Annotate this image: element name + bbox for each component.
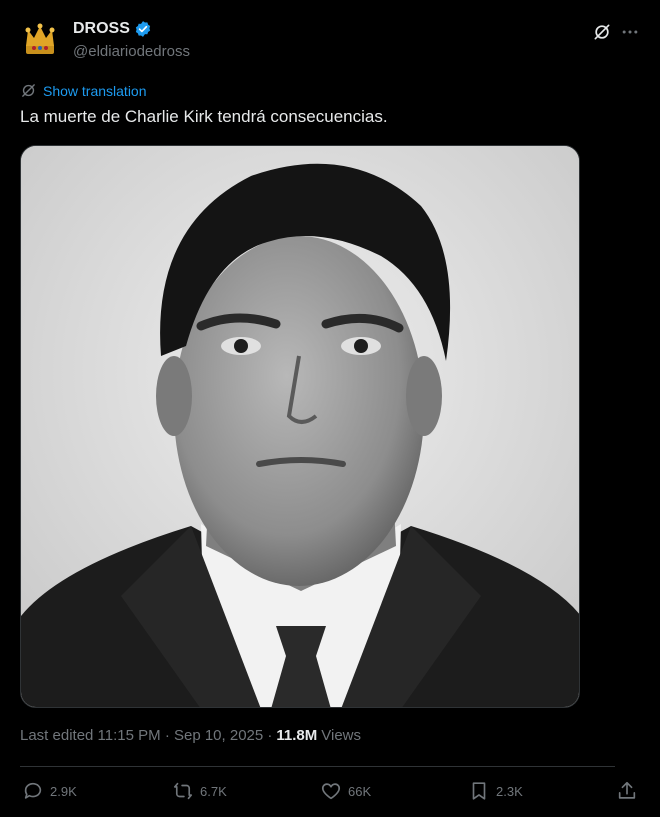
tweet-media-photo[interactable] [20, 145, 580, 708]
divider [20, 766, 615, 767]
grok-icon[interactable] [592, 22, 612, 42]
views-count: 11.8M [276, 727, 318, 744]
bookmark-icon [472, 782, 486, 800]
repost-count: 6.7K [200, 783, 227, 799]
share-icon [618, 781, 636, 799]
views-label: Views [321, 727, 362, 744]
bookmark-button[interactable]: 2.3K [468, 780, 523, 802]
tweet-meta: Last edited 11:15 PM · Sep 10, 2025 · 11… [20, 727, 361, 744]
reply-button[interactable]: 2.9K [22, 780, 77, 802]
author-display-name[interactable]: DROSS [73, 20, 130, 38]
last-edited-timestamp[interactable]: Last edited 11:15 PM · Sep 10, 2025 · [20, 727, 272, 744]
tweet-container: DROSS @eldiariodedross Show translation … [0, 0, 660, 817]
tweet-text: La muerte de Charlie Kirk tendrá consecu… [20, 107, 388, 126]
show-translation-link[interactable]: Show translation [20, 82, 147, 99]
share-button[interactable] [616, 780, 638, 802]
avatar[interactable] [20, 20, 60, 60]
repost-icon [173, 782, 193, 800]
like-count: 66K [348, 783, 372, 799]
repost-button[interactable]: 6.7K [172, 780, 227, 802]
bookmark-count: 2.3K [496, 783, 523, 799]
reply-icon [24, 782, 42, 799]
author-handle[interactable]: @eldiariodedross [73, 43, 190, 60]
more-options-icon[interactable] [620, 22, 640, 42]
show-translation-label: Show translation [43, 82, 147, 99]
reply-count: 2.9K [50, 783, 77, 799]
author-name-row: DROSS [73, 20, 152, 38]
crown-icon [25, 23, 55, 54]
action-bar: 2.9K 6.7K 66K 2.3K [20, 780, 640, 806]
verified-badge-icon [135, 21, 151, 37]
grok-translate-icon [22, 84, 35, 97]
portrait-image [21, 146, 579, 707]
tweet-header: DROSS @eldiariodedross [20, 14, 640, 64]
like-button[interactable]: 66K [320, 780, 371, 802]
heart-icon [321, 783, 341, 800]
